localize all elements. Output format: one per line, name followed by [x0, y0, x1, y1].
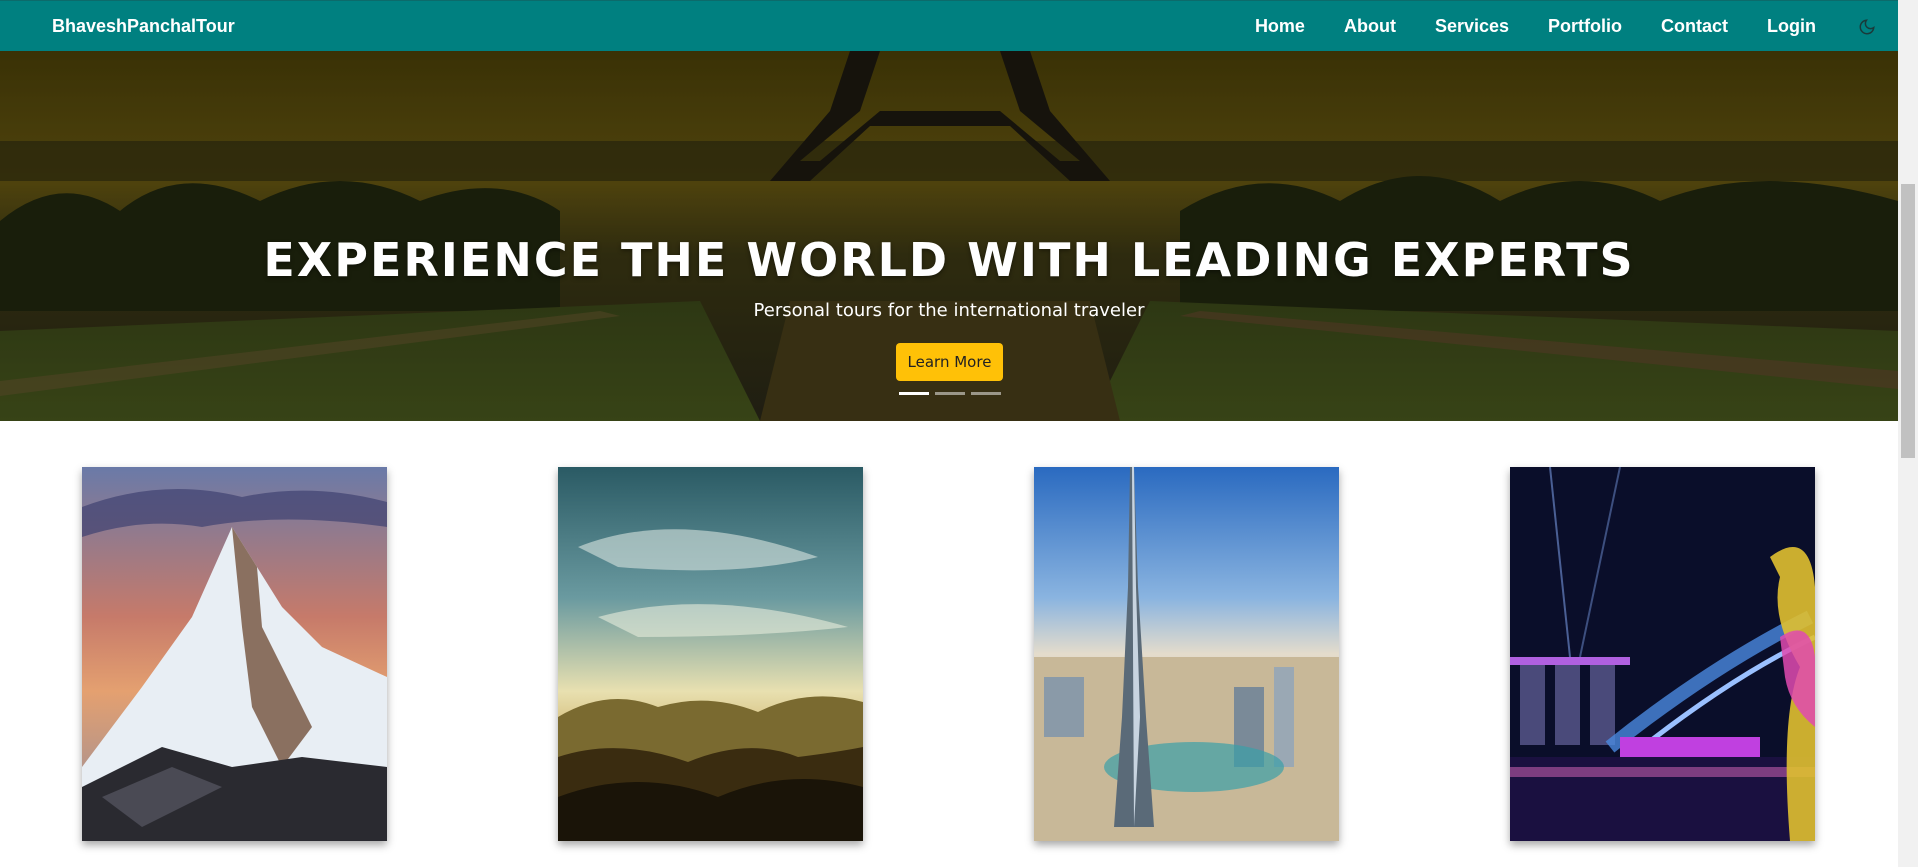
moon-icon[interactable]	[1858, 18, 1876, 36]
hero-title: EXPERIENCE THE WORLD WITH LEADING EXPERT…	[263, 233, 1635, 287]
nav-home[interactable]: Home	[1255, 1, 1305, 52]
brand-logo[interactable]: BhaveshPanchalTour	[52, 1, 235, 52]
hero-carousel: EXPERIENCE THE WORLD WITH LEADING EXPERT…	[0, 51, 1898, 421]
nav-portfolio[interactable]: Portfolio	[1548, 1, 1622, 52]
hero-subtitle: Personal tours for the international tra…	[753, 300, 1145, 321]
carousel-indicator-2[interactable]	[935, 392, 965, 395]
nav-login[interactable]: Login	[1767, 1, 1816, 52]
gallery-card-1[interactable]	[82, 467, 387, 841]
nav-services[interactable]: Services	[1435, 1, 1509, 52]
learn-more-button[interactable]: Learn More	[896, 343, 1003, 381]
gallery-card-2[interactable]	[558, 467, 863, 841]
singapore-night-image	[1510, 467, 1815, 841]
carousel-indicator-1[interactable]	[899, 392, 929, 395]
dubai-skyscraper-image	[1034, 467, 1339, 841]
navbar: BhaveshPanchalTour Home About Services P…	[0, 0, 1898, 51]
nav-contact[interactable]: Contact	[1661, 1, 1728, 52]
nav-links: Home About Services Portfolio Contact Lo…	[1255, 1, 1876, 52]
carousel-indicator-3[interactable]	[971, 392, 1001, 395]
snow-mountain-image	[82, 467, 387, 841]
scrollbar-thumb[interactable]	[1901, 184, 1915, 458]
sky-hills-image	[558, 467, 863, 841]
nav-about[interactable]: About	[1344, 1, 1396, 52]
gallery-card-4[interactable]	[1510, 467, 1815, 841]
page-scrollbar[interactable]	[1898, 0, 1918, 867]
gallery-card-3[interactable]	[1034, 467, 1339, 841]
carousel-indicators	[899, 392, 1001, 395]
